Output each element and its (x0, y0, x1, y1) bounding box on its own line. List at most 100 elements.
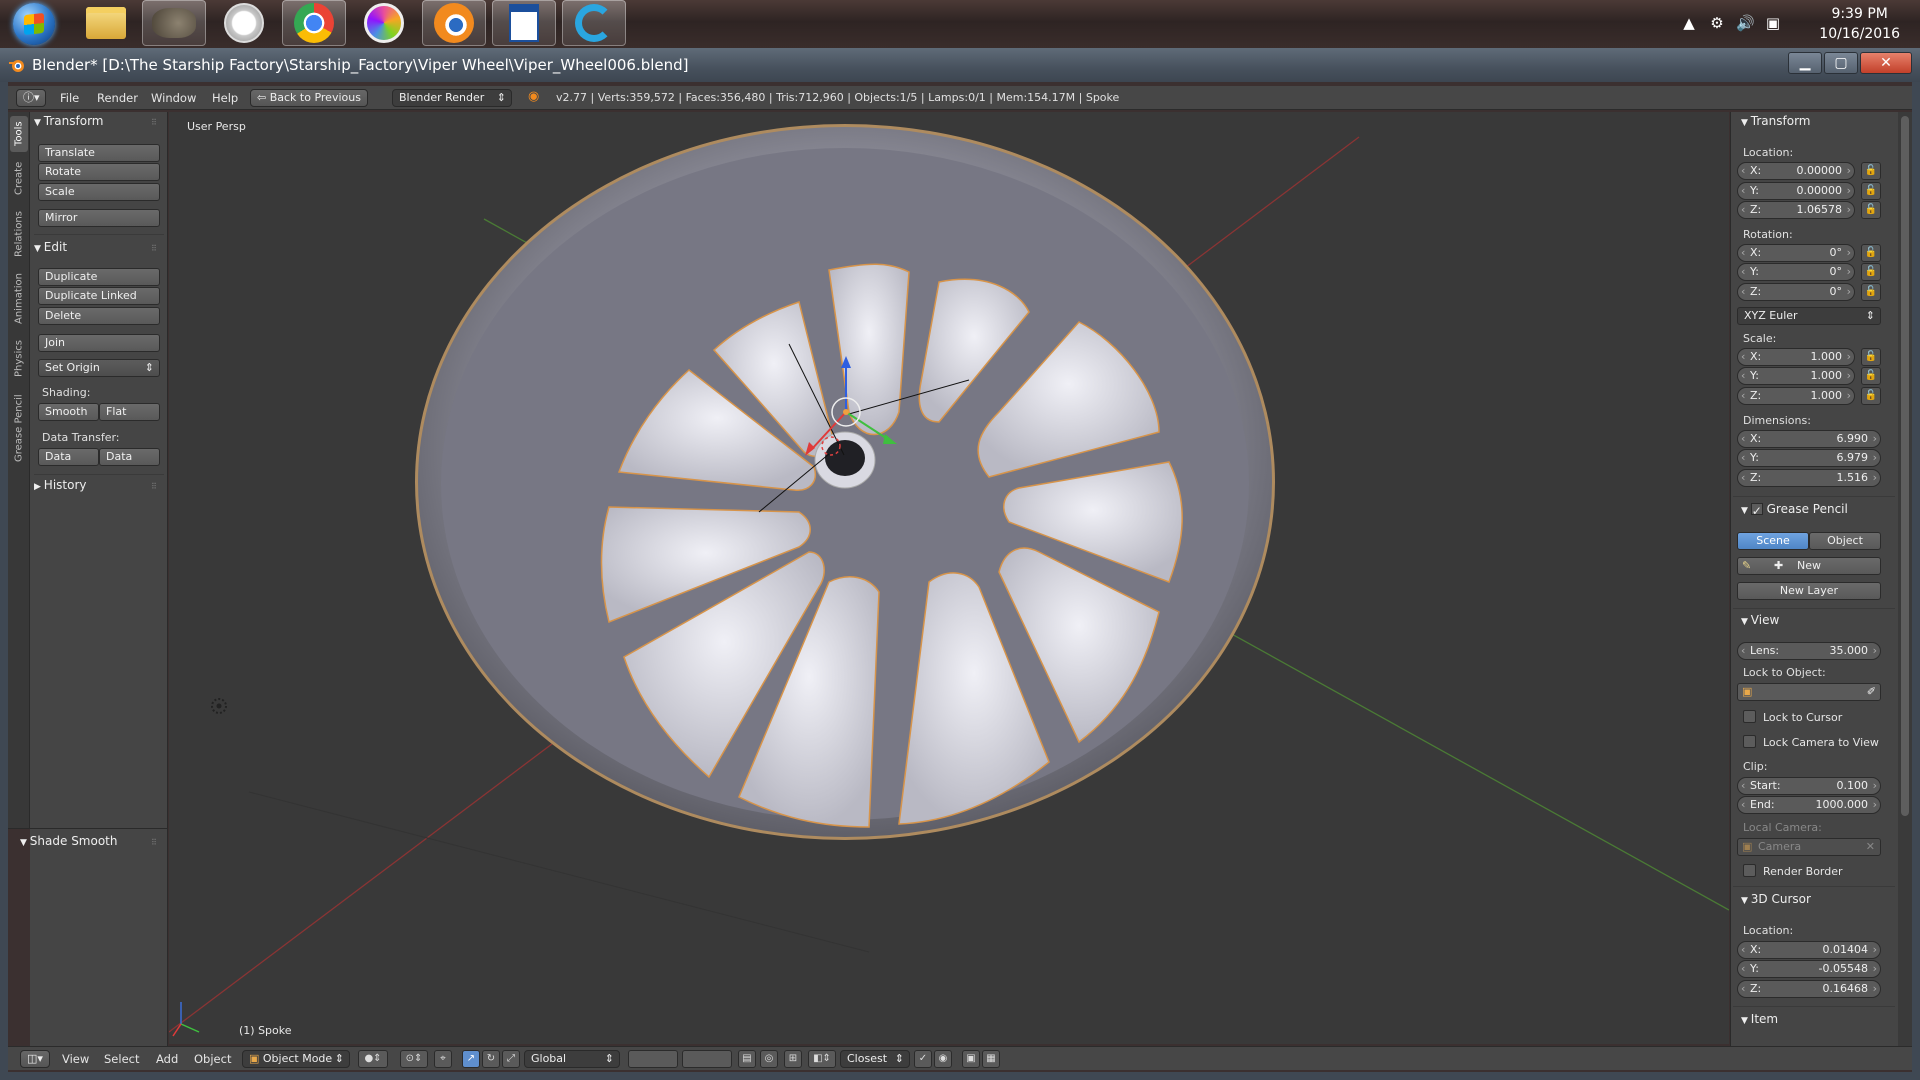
translate-manipulator-icon[interactable]: ↗ (462, 1050, 480, 1068)
layer-buttons-group-1[interactable] (628, 1050, 678, 1068)
tab-create[interactable]: Create (10, 156, 28, 200)
rotate-manipulator-icon[interactable]: ↻ (482, 1050, 500, 1068)
tab-grease-pencil[interactable]: Grease Pencil (10, 388, 28, 468)
manipulator-toggle-icon[interactable]: ⌖ (434, 1050, 452, 1068)
taskbar-gimp[interactable] (142, 0, 206, 46)
set-origin-dropdown[interactable]: Set Origin ⇕ (38, 359, 160, 377)
cursor-y-field[interactable]: Y:-0.05548 (1737, 960, 1881, 978)
editor-type-info-button[interactable]: ⓘ▾ (16, 89, 46, 107)
lock-icon[interactable]: 🔓 (1861, 201, 1881, 219)
align-rotation-icon[interactable]: ✓ (914, 1050, 932, 1068)
mode-dropdown[interactable]: ▣ Object Mode ⇕ (242, 1050, 350, 1068)
scale-z-field[interactable]: Z:1.000 (1737, 387, 1855, 405)
orientation-dropdown[interactable]: Global ⇕ (524, 1050, 620, 1068)
taskbar-chrome[interactable] (282, 0, 346, 46)
clip-end-field[interactable]: End: 1000.000 (1737, 796, 1881, 814)
scrollbar-thumb[interactable] (1901, 116, 1909, 816)
render-preview-icon[interactable]: ◉ (934, 1050, 952, 1068)
taskbar-writer[interactable] (492, 0, 556, 46)
cursor-x-field[interactable]: X:0.01404 (1737, 941, 1881, 959)
flat-button[interactable]: Flat (99, 403, 160, 421)
menu-select[interactable]: Select (104, 1052, 139, 1066)
tab-animation[interactable]: Animation (10, 268, 28, 330)
lock-icon[interactable]: 🔓 (1861, 244, 1881, 262)
cursor-z-field[interactable]: Z:0.16468 (1737, 980, 1881, 998)
mirror-button[interactable]: Mirror (38, 209, 160, 227)
location-x-field[interactable]: X:0.00000 (1737, 162, 1855, 180)
taskbar-blender[interactable] (422, 0, 486, 46)
local-camera-field[interactable]: ▣ Camera ✕ (1737, 838, 1881, 856)
network-icon[interactable]: ▣ (1764, 14, 1782, 32)
edit-panel-header[interactable]: Edit (34, 240, 67, 254)
menu-add[interactable]: Add (156, 1052, 178, 1066)
lock-icon[interactable]: 🔓 (1861, 283, 1881, 301)
last-operator-header[interactable]: Shade Smooth (20, 834, 118, 848)
taskbar-krita[interactable] (352, 0, 416, 46)
proportional-edit-icon[interactable]: ◎ (760, 1050, 778, 1068)
location-z-field[interactable]: Z:1.06578 (1737, 201, 1855, 219)
rotation-x-field[interactable]: X:0° (1737, 244, 1855, 262)
scale-manipulator-icon[interactable]: ⤢ (502, 1050, 520, 1068)
steam-icon[interactable]: ⚙ (1708, 14, 1726, 32)
lock-icon[interactable]: 🔓 (1861, 387, 1881, 405)
panel-grip-icon[interactable]: ⠿ (151, 483, 161, 491)
data-button[interactable]: Data (38, 448, 99, 466)
editor-type-3d-button[interactable]: ◫▾ (20, 1050, 50, 1068)
layer-buttons-group-2[interactable] (682, 1050, 732, 1068)
panel-grip-icon[interactable]: ⠿ (151, 119, 161, 127)
pivot-point-button[interactable]: ⊙⇕ (400, 1050, 428, 1068)
lock-icon[interactable]: 🔓 (1861, 182, 1881, 200)
smooth-button[interactable]: Smooth (38, 403, 99, 421)
grease-new-button[interactable]: ✎ ✚ New (1737, 557, 1881, 575)
grease-object-button[interactable]: Object (1809, 532, 1881, 550)
dimensions-x-field[interactable]: X:6.990 (1737, 430, 1881, 448)
menu-render[interactable]: Render (97, 91, 138, 105)
menu-window[interactable]: Window (151, 91, 196, 105)
properties-scrollbar[interactable] (1898, 112, 1912, 1048)
clear-icon[interactable]: ✕ (1866, 839, 1875, 855)
render-border-checkbox[interactable] (1743, 864, 1756, 877)
taskbar-logitech[interactable] (562, 0, 626, 46)
opengl-render-image-icon[interactable]: ▣ (962, 1050, 980, 1068)
back-to-previous-button[interactable]: ⇦ Back to Previous (250, 89, 368, 107)
scale-y-field[interactable]: Y:1.000 (1737, 367, 1855, 385)
transform-panel-header[interactable]: Transform (1741, 114, 1811, 128)
lock-icon[interactable]: 🔓 (1861, 263, 1881, 281)
lock-to-cursor-checkbox[interactable] (1743, 710, 1756, 723)
lock-icon[interactable]: 🔓 (1861, 367, 1881, 385)
close-button[interactable]: ✕ (1860, 52, 1912, 74)
taskbar-clock-app[interactable] (212, 0, 276, 46)
menu-help[interactable]: Help (212, 91, 238, 105)
duplicate-linked-button[interactable]: Duplicate Linked (38, 287, 160, 305)
rotate-button[interactable]: Rotate (38, 163, 160, 181)
item-panel-header[interactable]: Item (1741, 1012, 1778, 1026)
join-button[interactable]: Join (38, 334, 160, 352)
tab-physics[interactable]: Physics (10, 334, 28, 384)
grease-scene-button[interactable]: Scene (1737, 532, 1809, 550)
grease-pencil-panel-header[interactable]: ✓ Grease Pencil (1741, 502, 1848, 518)
menu-object[interactable]: Object (194, 1052, 231, 1066)
menu-file[interactable]: File (60, 91, 79, 105)
panel-grip-icon[interactable]: ⠿ (151, 839, 161, 847)
viewport-shading-button[interactable]: ●⇕ (358, 1050, 388, 1068)
viewport-scene[interactable] (169, 112, 1729, 1044)
new-layer-button[interactable]: New Layer (1737, 582, 1881, 600)
3d-cursor-panel-header[interactable]: 3D Cursor (1741, 892, 1811, 906)
snap-element-button[interactable]: ◧⇕ (808, 1050, 836, 1068)
dimensions-y-field[interactable]: Y:6.979 (1737, 449, 1881, 467)
rotation-mode-dropdown[interactable]: XYZ Euler ⇕ (1737, 307, 1881, 325)
panel-grip-icon[interactable]: ⠿ (151, 245, 161, 253)
location-y-field[interactable]: Y:0.00000 (1737, 182, 1855, 200)
tab-relations[interactable]: Relations (10, 204, 28, 264)
data-layout-button[interactable]: Data Layo (99, 448, 160, 466)
taskbar-clock[interactable]: 9:39 PM 10/16/2016 (1819, 4, 1900, 44)
tab-tools[interactable]: Tools (10, 116, 28, 152)
window-titlebar[interactable]: Blender* [D:\The Starship Factory\Starsh… (0, 48, 1920, 82)
dimensions-z-field[interactable]: Z:1.516 (1737, 469, 1881, 487)
scale-x-field[interactable]: X:1.000 (1737, 348, 1855, 366)
snap-toggle-icon[interactable]: ⊞ (784, 1050, 802, 1068)
scale-button[interactable]: Scale (38, 183, 160, 201)
start-button[interactable] (6, 2, 62, 46)
volume-icon[interactable]: 🔊 (1736, 14, 1755, 32)
taskbar-explorer[interactable] (74, 0, 138, 46)
